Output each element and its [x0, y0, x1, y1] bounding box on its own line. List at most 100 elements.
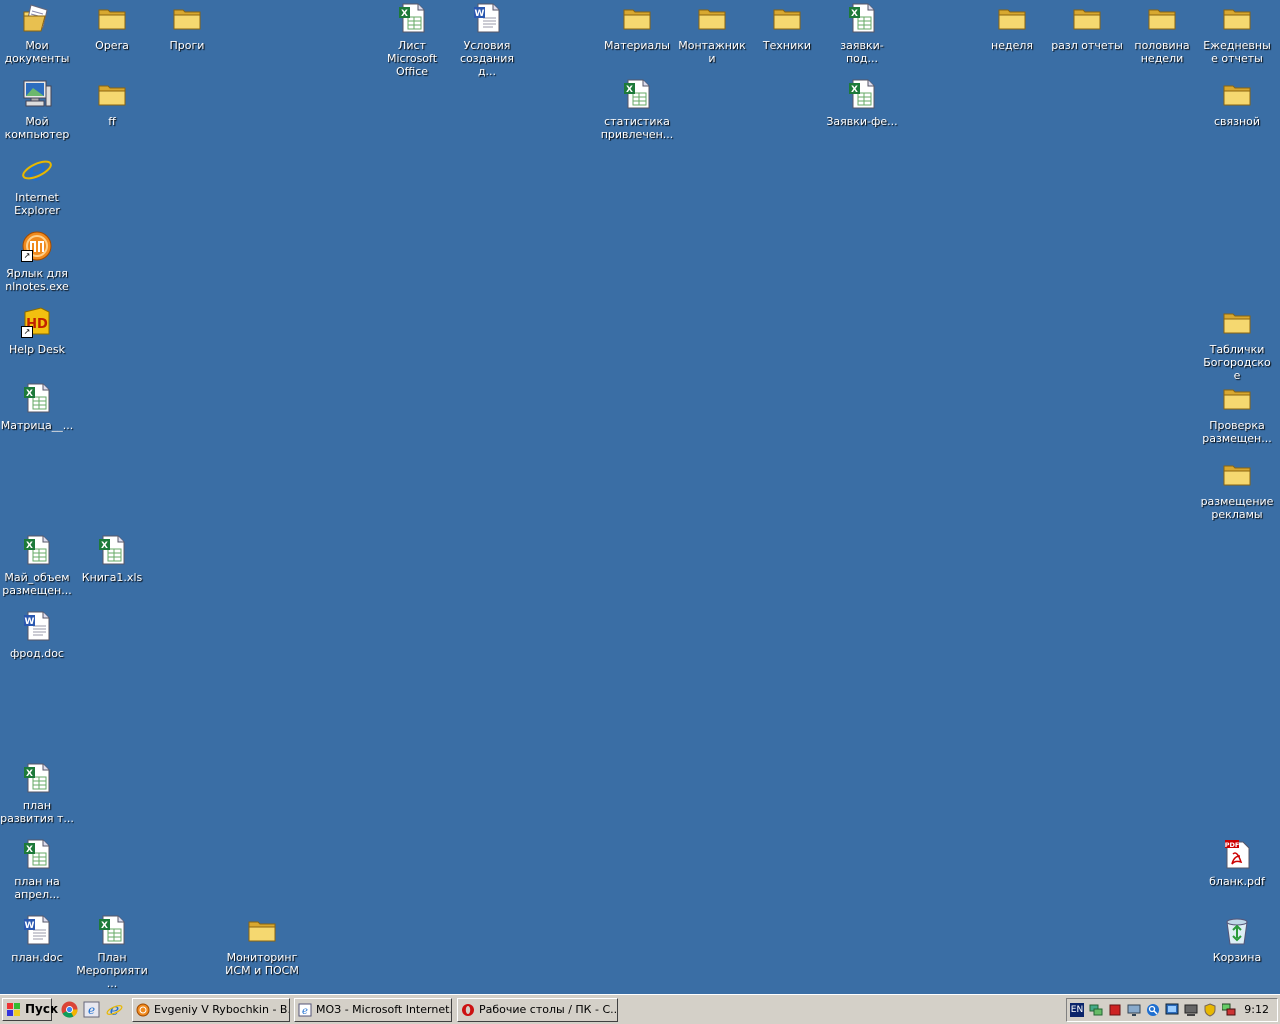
svg-text:PDF: PDF: [1225, 841, 1240, 849]
computer-tray-icon[interactable]: [1184, 1003, 1198, 1017]
desktop-icon[interactable]: X Лист Microsoft Office Excel.xlsx: [375, 0, 449, 78]
desktop-icon[interactable]: X Май_объем размещен...: [0, 532, 74, 597]
desktop-icon-label: Help Desk: [9, 343, 65, 356]
desktop-icon[interactable]: W Условия создания д...: [450, 0, 524, 78]
desktop-icon[interactable]: Opera: [75, 0, 149, 52]
desktop-icon-label: Таблички Богородское: [1203, 343, 1271, 382]
desktop-icon-label: бланк.pdf: [1209, 875, 1265, 888]
excel-file-icon: X: [846, 2, 878, 34]
desktop-icon[interactable]: Монтажники: [675, 0, 749, 65]
desktop-icon[interactable]: Xстатистика привлечен...: [600, 76, 674, 141]
desktop-icon[interactable]: Ежедневные отчеты: [1200, 0, 1274, 65]
start-button[interactable]: Пуск: [2, 998, 58, 1021]
desktop-icon[interactable]: Проверка размещен...: [1200, 380, 1274, 445]
desktop-icon[interactable]: X Матрица__...: [0, 380, 74, 432]
monitor-tray-icon[interactable]: [1127, 1003, 1141, 1017]
folder-icon: [96, 78, 128, 110]
desktop-icon[interactable]: Xзаявки-под...: [825, 0, 899, 65]
clock[interactable]: 9:12: [1244, 999, 1269, 1021]
svg-text:X: X: [101, 541, 108, 551]
desktop-icon[interactable]: Xплан на апрел...: [0, 836, 74, 901]
ie-page-icon: e: [298, 1003, 312, 1017]
svg-text:X: X: [26, 541, 33, 551]
word-file-icon: W: [471, 2, 503, 34]
system-tray: EN 9:12: [1066, 998, 1278, 1022]
desktop-icon-label: Материалы: [604, 39, 670, 52]
svg-text:X: X: [626, 85, 633, 95]
folder-icon: [621, 2, 653, 34]
desktop-icon[interactable]: связной: [1200, 76, 1274, 128]
desktop-icon[interactable]: половина недели: [1125, 0, 1199, 65]
excel-file-icon: X: [21, 382, 53, 414]
folder-icon: [696, 2, 728, 34]
taskbar-button[interactable]: e МОЗ - Microsoft Internet...: [294, 998, 452, 1022]
taskbar-button[interactable]: Рабочие столы / ПК - С...: [457, 998, 618, 1022]
my-computer-icon: [21, 78, 53, 110]
desktop-icon[interactable]: размещение рекламы: [1200, 456, 1274, 521]
desktop-icon[interactable]: разл отчеты: [1050, 0, 1124, 52]
desktop-icon-label: Монтажники: [678, 39, 746, 65]
desktop-icon[interactable]: Wплан.doc: [0, 912, 74, 964]
desktop-icon[interactable]: e Internet Explorer: [0, 152, 74, 217]
desktop-icon[interactable]: Мои документы: [0, 0, 74, 65]
desktop-icon-label: неделя: [991, 39, 1033, 52]
desktop-icon[interactable]: Wфрод.doc: [0, 608, 74, 660]
ie-icon[interactable]: e: [106, 1001, 123, 1018]
desktop-icon[interactable]: неделя: [975, 0, 1049, 52]
desktop-icon-label: Май_объем размещен...: [2, 571, 72, 597]
desktop-icon[interactable]: PDF бланк.pdf: [1200, 836, 1274, 888]
desktop-icon[interactable]: ff: [75, 76, 149, 128]
desktop-icon[interactable]: ↗ Ярлык для nlnotes.exe: [0, 228, 74, 293]
excel-file-icon: X: [396, 2, 428, 34]
display-settings-icon[interactable]: [1165, 1003, 1179, 1017]
shortcut-arrow-icon: ↗: [21, 250, 33, 262]
network-icon[interactable]: [1089, 1003, 1103, 1017]
desktop-icon-label: Матрица__...: [0, 419, 74, 432]
desktop-icon-label: заявки-под...: [840, 39, 884, 65]
desktop-icon[interactable]: Корзина: [1200, 912, 1274, 964]
taskbar-button-label: Evgeniy V Rybochkin - В...: [154, 1003, 290, 1016]
desktop[interactable]: Мои документы Opera Проги X Лист Microsoft O…: [0, 0, 1280, 994]
desktop-icon-label: план развития т...: [0, 799, 74, 825]
network-connection-icon[interactable]: [1222, 1003, 1236, 1017]
svg-text:X: X: [26, 769, 33, 779]
desktop-icon[interactable]: X План Мероприяти...: [75, 912, 149, 990]
folder-icon: [1221, 458, 1253, 490]
svg-text:X: X: [101, 921, 108, 931]
excel-file-icon: X: [21, 762, 53, 794]
desktop-icon[interactable]: Материалы: [600, 0, 674, 52]
desktop-icon[interactable]: X Книга1.xls: [75, 532, 149, 584]
ie-quicklaunch-icon[interactable]: e: [83, 1001, 100, 1018]
folder-icon: [771, 2, 803, 34]
svg-text:X: X: [851, 85, 858, 95]
desktop-icon-label: Мой компьютер: [4, 115, 70, 141]
folder-icon: [171, 2, 203, 34]
desktop-icon[interactable]: Мой компьютер: [0, 76, 74, 141]
desktop-icon[interactable]: X Заявки-фе...: [825, 76, 899, 128]
taskbar-button-label: МОЗ - Microsoft Internet...: [316, 1003, 452, 1016]
desktop-icon-label: Заявки-фе...: [826, 115, 898, 128]
folder-icon: [1221, 78, 1253, 110]
taskbar-button[interactable]: Evgeniy V Rybochkin - В...: [132, 998, 290, 1022]
svg-text:e: e: [88, 1003, 95, 1017]
search-tray-icon[interactable]: [1146, 1003, 1160, 1017]
desktop-icon[interactable]: Техники: [750, 0, 824, 52]
desktop-icon-label: Проги: [169, 39, 205, 52]
excel-file-icon: X: [846, 78, 878, 110]
word-file-icon: W: [21, 914, 53, 946]
chrome-icon[interactable]: [61, 1001, 78, 1018]
notes-icon: [136, 1003, 150, 1017]
security-shield-icon[interactable]: [1203, 1003, 1217, 1017]
antivirus-icon[interactable]: [1108, 1003, 1122, 1017]
desktop-icon[interactable]: Xплан развития т...: [0, 760, 74, 825]
desktop-icon[interactable]: Проги: [150, 0, 224, 52]
desktop-icon-label: связной: [1213, 115, 1261, 128]
recycle-bin-icon: [1221, 914, 1253, 946]
desktop-icon[interactable]: Мониторинг ИСМ и ПОСМ: [225, 912, 299, 977]
desktop-icon[interactable]: Таблички Богородское: [1200, 304, 1274, 382]
folder-icon: [1071, 2, 1103, 34]
shortcut-arrow-icon: ↗: [21, 326, 33, 338]
desktop-icon-label: Корзина: [1212, 951, 1262, 964]
language-indicator[interactable]: EN: [1070, 1003, 1084, 1017]
desktop-icon[interactable]: HD ↗ Help Desk: [0, 304, 74, 356]
